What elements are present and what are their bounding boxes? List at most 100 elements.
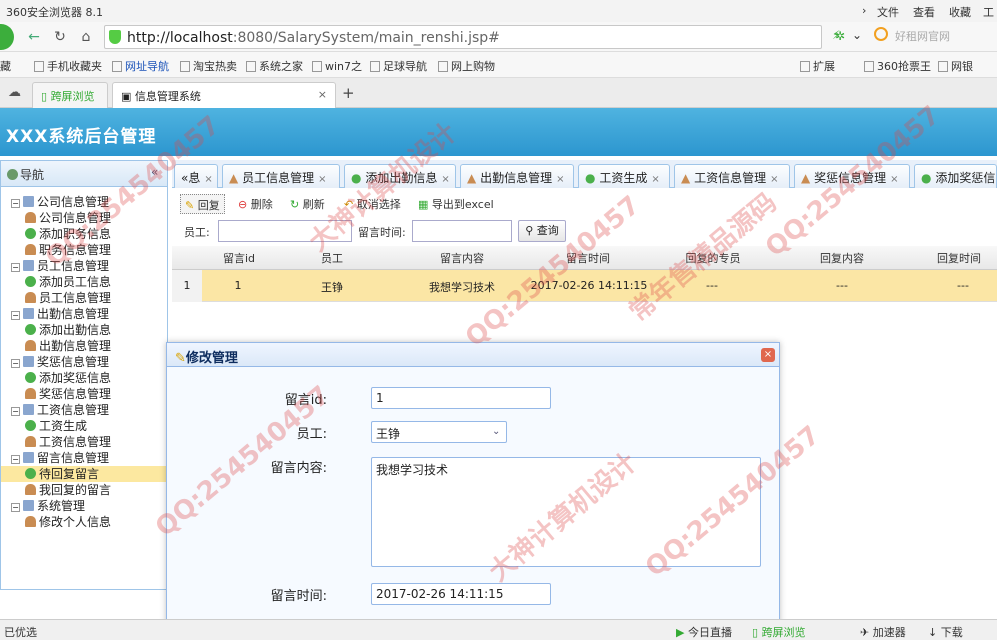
excel-icon: ▦ xyxy=(418,198,429,211)
sidebar-group[interactable]: − 奖惩信息管理 xyxy=(1,354,167,370)
search-engine-icon[interactable] xyxy=(874,27,888,41)
col-header[interactable]: 员工 xyxy=(302,250,362,266)
accelerator-button[interactable]: ✈ 加速器 xyxy=(860,624,906,640)
tree-toggle-icon[interactable]: − xyxy=(11,407,20,416)
dropdown-chevron-icon[interactable]: ⌄ xyxy=(852,28,862,42)
col-header[interactable]: 回复内容 xyxy=(792,250,892,266)
sidebar-group[interactable]: − 员工信息管理 xyxy=(1,258,167,274)
employee-filter-input[interactable] xyxy=(218,220,352,242)
sidebar-item[interactable]: 待回复留言 xyxy=(1,466,167,482)
menu-arrow-icon[interactable]: › xyxy=(862,4,866,17)
close-tab-icon[interactable]: × xyxy=(318,88,327,101)
col-header[interactable]: 留言内容 xyxy=(412,250,512,266)
sidebar-item[interactable]: 我回复的留言 xyxy=(1,482,167,498)
sidebar-item[interactable]: 工资生成 xyxy=(1,418,167,434)
back-icon[interactable]: ← xyxy=(24,27,44,47)
menu-favorites[interactable]: 收藏 xyxy=(949,4,971,20)
sidebar-item[interactable]: 公司信息管理 xyxy=(1,210,167,226)
tree-toggle-icon[interactable]: − xyxy=(11,359,20,368)
search-input[interactable]: 好租网官网 xyxy=(895,28,950,44)
sidebar-item[interactable]: 出勤信息管理 xyxy=(1,338,167,354)
browser-tab-active[interactable]: ▣ 信息管理系统 × xyxy=(112,82,336,108)
bookmark-item[interactable]: 扩展 xyxy=(800,58,835,74)
bookmark-item[interactable]: 手机收藏夹 xyxy=(34,58,102,74)
bookmark-item[interactable]: 藏 xyxy=(0,58,11,74)
sidebar-item[interactable]: 添加出勤信息 xyxy=(1,322,167,338)
bookmark-item[interactable]: 系统之家 xyxy=(246,58,303,74)
table-row[interactable]: 1 王铮 我想学习技术 2017-02-26 14:11:15 --- --- … xyxy=(172,270,997,302)
col-header[interactable]: 留言id xyxy=(212,250,266,266)
ticket-icon xyxy=(864,61,874,72)
sidebar-group[interactable]: − 出勤信息管理 xyxy=(1,306,167,322)
tab-salary-manage[interactable]: ▲ 工资信息管理 × xyxy=(674,164,790,188)
home-icon[interactable]: ⌂ xyxy=(76,27,96,47)
collapse-icon[interactable]: « xyxy=(151,165,158,179)
close-icon[interactable]: × xyxy=(761,348,775,362)
reload-icon[interactable]: ↻ xyxy=(50,27,70,47)
sidebar-item-label: 我回复的留言 xyxy=(39,483,112,497)
refresh-button[interactable]: ↻ 刷新 xyxy=(286,194,329,214)
menu-view[interactable]: 查看 xyxy=(913,4,935,20)
sidebar-group[interactable]: − 系统管理 xyxy=(1,498,167,514)
bookmark-item[interactable]: 足球导航 xyxy=(370,58,427,74)
tab-attendance-manage[interactable]: ▲ 出勤信息管理 × xyxy=(460,164,574,188)
bookmark-item[interactable]: 网址导航 xyxy=(112,58,169,74)
chevron-down-icon[interactable]: ⌄ xyxy=(492,426,500,437)
tab-employee-manage[interactable]: ▲ 员工信息管理 × xyxy=(222,164,340,188)
tree-toggle-icon[interactable]: − xyxy=(11,199,20,208)
time-filter-input[interactable] xyxy=(412,220,512,242)
sidebar-item[interactable]: 添加职务信息 xyxy=(1,226,167,242)
tab-add-reward[interactable]: ● 添加奖惩信 xyxy=(914,164,997,188)
col-header[interactable]: 留言时间 xyxy=(540,250,636,266)
status-text: 已优选 xyxy=(4,626,37,639)
tree-toggle-icon[interactable]: − xyxy=(11,263,20,272)
tree-toggle-icon[interactable]: − xyxy=(11,503,20,512)
speed-icon[interactable]: ⚡ xyxy=(832,28,840,42)
sidebar-item[interactable]: 添加员工信息 xyxy=(1,274,167,290)
sidebar-item-label: 奖惩信息管理 xyxy=(37,355,110,369)
tree-toggle-icon[interactable]: − xyxy=(11,455,20,464)
col-header[interactable]: 回复时间 xyxy=(924,250,994,266)
live-button[interactable]: ▶ 今日直播 xyxy=(676,624,732,640)
tab-add-attendance[interactable]: ● 添加出勤信息 × xyxy=(344,164,456,188)
download-button[interactable]: ↓ 下载 xyxy=(928,624,963,640)
export-button[interactable]: ▦ 导出到excel xyxy=(414,194,498,214)
browser-tab[interactable]: ▯ 跨屏浏览 xyxy=(32,82,108,108)
bookmark-item[interactable]: 网银 xyxy=(938,58,973,74)
search-button[interactable]: ⚲ 查询 xyxy=(518,220,566,242)
menu-file[interactable]: 文件 xyxy=(877,4,899,20)
sidebar-item[interactable]: 工资信息管理 xyxy=(1,434,167,450)
delete-button[interactable]: ⊖ 删除 xyxy=(234,194,277,214)
address-bar[interactable]: http://localhost:8080/SalarySystem/main_… xyxy=(104,25,845,49)
col-header[interactable]: 回复的专员 xyxy=(668,250,758,266)
id-field[interactable]: 1 xyxy=(371,387,551,409)
new-tab-button[interactable]: + xyxy=(342,84,355,102)
bookmark-item[interactable]: win7之 xyxy=(312,58,362,74)
sidebar-item[interactable]: 奖惩信息管理 xyxy=(1,386,167,402)
content-textarea[interactable]: 我想学习技术 xyxy=(371,457,761,567)
sidebar-item[interactable]: 员工信息管理 xyxy=(1,290,167,306)
cloud-icon[interactable]: ☁ xyxy=(8,85,21,100)
employee-filter-label: 员工: xyxy=(184,226,210,239)
bookmark-item[interactable]: 360抢票王 xyxy=(864,58,931,74)
sidebar-group[interactable]: − 留言信息管理 xyxy=(1,450,167,466)
tab-salary-generate[interactable]: ● 工资生成 × xyxy=(578,164,670,188)
bookmark-item[interactable]: 淘宝热卖 xyxy=(180,58,237,74)
sidebar-item[interactable]: 职务信息管理 xyxy=(1,242,167,258)
tree-toggle-icon[interactable]: − xyxy=(11,311,20,320)
time-field[interactable]: 2017-02-26 14:11:15 xyxy=(371,583,551,605)
cross-screen-button[interactable]: ▯ 跨屏浏览 xyxy=(752,624,806,640)
sidebar-item[interactable]: 修改个人信息 xyxy=(1,514,167,530)
employee-select[interactable]: 王铮 ⌄ xyxy=(371,421,507,443)
cancel-select-button[interactable]: ↶ 取消选择 xyxy=(340,194,405,214)
sidebar-group[interactable]: − 公司信息管理 xyxy=(1,194,167,210)
bookmark-item[interactable]: 网上购物 xyxy=(438,58,495,74)
rocket-icon: ✈ xyxy=(860,626,870,639)
sidebar-item[interactable]: 添加奖惩信息 xyxy=(1,370,167,386)
reply-button[interactable]: ✎ 回复 xyxy=(180,194,225,214)
tab-scroll-left[interactable]: «息 × xyxy=(174,164,218,188)
sidebar-group[interactable]: − 工资信息管理 xyxy=(1,402,167,418)
tab-reward-manage[interactable]: ▲ 奖惩信息管理 × xyxy=(794,164,910,188)
download-icon: ↓ xyxy=(928,626,938,639)
edit-dialog: ✎修改管理 × 留言id: 1 员工: 王铮 ⌄ 留言内容: 我想学习技术 留言时… xyxy=(166,342,780,632)
